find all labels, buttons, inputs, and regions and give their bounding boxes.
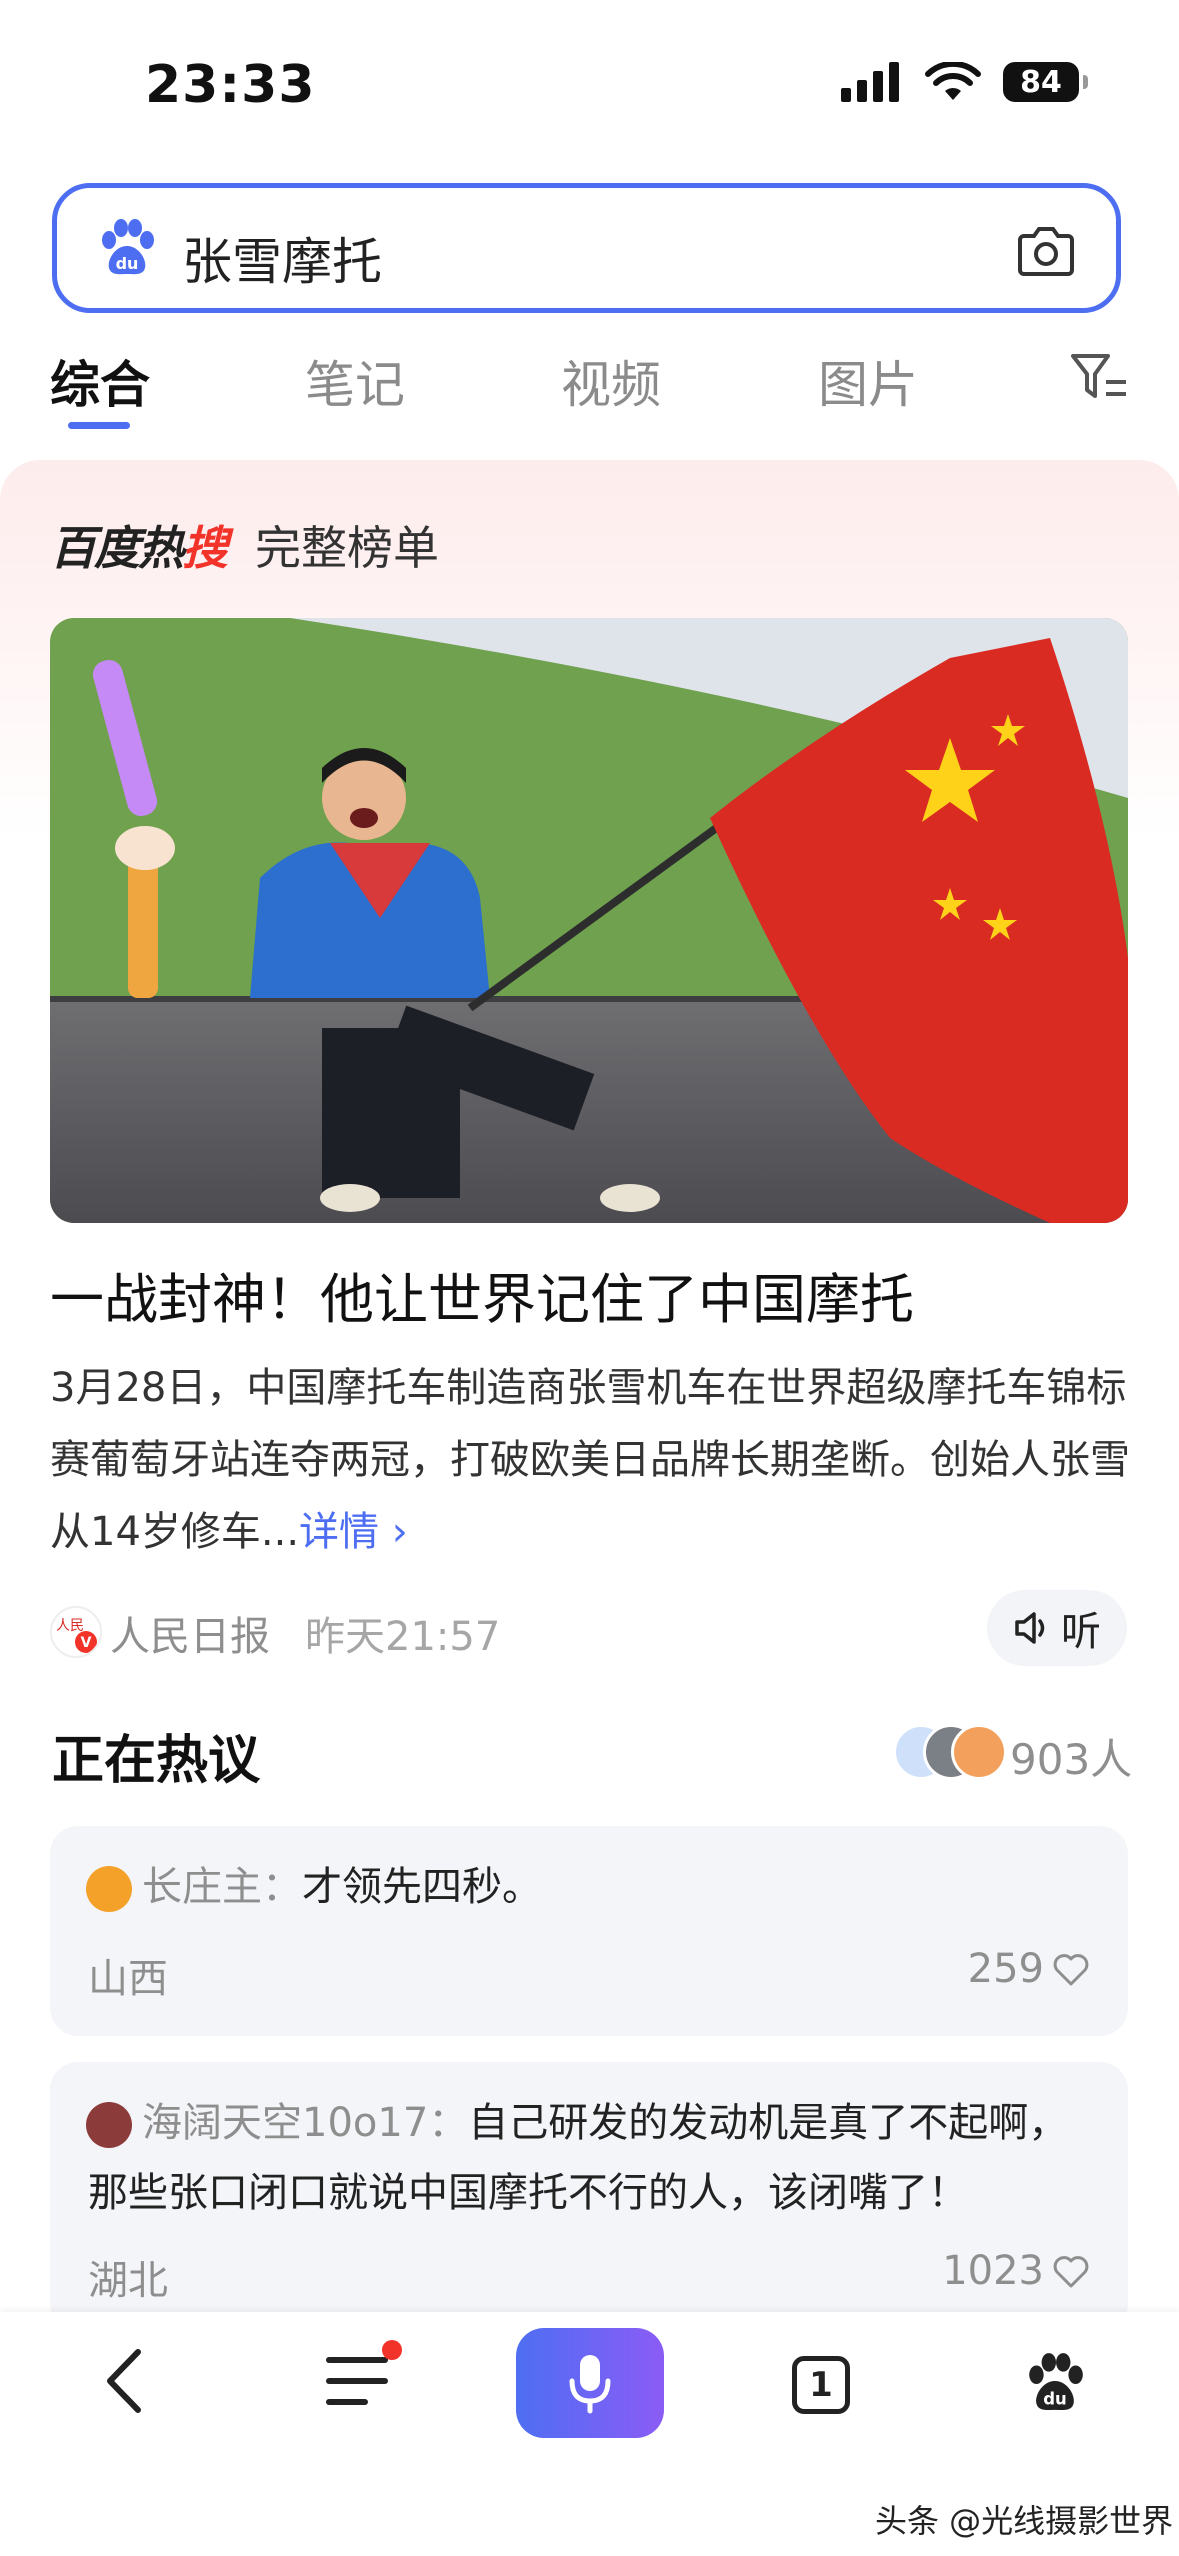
status-time: 23:33	[145, 55, 316, 115]
speaker-icon	[1015, 1612, 1045, 1644]
svg-text:du: du	[1043, 2390, 1067, 2409]
watermark: 头条 @光线摄影世界	[875, 2502, 1174, 2540]
comment-body: 海阔天空10o17：自己研发的发动机是真了不起啊，那些张口闭口就说中国摩托不行的…	[88, 2088, 1098, 2228]
source-name[interactable]: 人民日报	[110, 1604, 270, 1662]
participant-count: 903人	[1010, 1735, 1133, 1784]
baidu-paw-icon: du	[102, 219, 154, 275]
search-query[interactable]: 张雪摩托	[182, 222, 382, 294]
comment-location: 山西	[88, 1956, 168, 2002]
participant-avatars	[893, 1724, 1007, 1780]
wifi-icon	[925, 62, 981, 100]
svg-text:人民: 人民	[56, 1618, 84, 1634]
like-button[interactable]: 1023	[942, 2248, 1090, 2294]
heart-icon	[1053, 1954, 1089, 1986]
svg-text:V: V	[81, 1635, 92, 1651]
comment-card[interactable]: 长庄主：才领先四秒。 山西 259	[50, 1826, 1128, 2036]
svg-text:du: du	[116, 254, 139, 273]
notification-dot	[382, 2340, 402, 2360]
filter-icon[interactable]	[1070, 352, 1130, 402]
tabs-count-button[interactable]: 1	[792, 2356, 850, 2414]
like-count: 1023	[942, 2248, 1044, 2294]
tab-videos[interactable]: 视频	[561, 345, 661, 417]
voice-search-button[interactable]	[516, 2328, 664, 2438]
like-button[interactable]: 259	[968, 1946, 1090, 1992]
baidu-hot-logo: 百度热搜	[50, 521, 228, 575]
tabs-count: 1	[809, 2365, 833, 2405]
article-image[interactable]	[50, 618, 1128, 1223]
article-summary: 3月28日，中国摩托车制造商张雪机车在世界超级摩托车锦标赛葡萄牙站连夺两冠，打破…	[50, 1365, 1130, 1555]
listen-label: 听	[1061, 1609, 1101, 1655]
comment-text: 才领先四秒。	[302, 1864, 542, 1910]
article-headline[interactable]: 一战封神！他让世界记住了中国摩托	[50, 1255, 914, 1334]
tab-notes[interactable]: 笔记	[305, 345, 405, 417]
tab-comprehensive[interactable]: 综合	[50, 345, 150, 417]
avatar	[951, 1724, 1007, 1780]
comment-user[interactable]: 海阔天空10o17：	[142, 2100, 468, 2146]
comment-card[interactable]: 海阔天空10o17：自己研发的发动机是真了不起啊，那些张口闭口就说中国摩托不行的…	[50, 2062, 1128, 2332]
baidu-home-icon[interactable]: du	[1022, 2350, 1088, 2416]
active-tab-indicator	[68, 422, 130, 429]
back-arrow-icon[interactable]	[100, 2346, 150, 2416]
cellular-signal-icon	[841, 62, 899, 102]
full-list-link[interactable]: 完整榜单	[255, 512, 439, 578]
comment-body: 长庄主：才领先四秒。	[142, 1852, 542, 1922]
status-icons: 84	[841, 62, 1088, 102]
battery-indicator: 84	[1003, 62, 1088, 102]
heart-icon	[1053, 2256, 1089, 2288]
user-avatar	[86, 1866, 132, 1912]
camera-icon[interactable]	[1014, 218, 1078, 282]
comment-location: 湖北	[88, 2258, 168, 2304]
publish-time: 昨天21:57	[305, 1614, 501, 1660]
listen-button[interactable]: 听	[987, 1590, 1127, 1666]
details-link[interactable]: 详情 ›	[299, 1509, 408, 1555]
tab-images[interactable]: 图片	[818, 345, 918, 417]
menu-icon[interactable]	[325, 2352, 389, 2410]
comment-user[interactable]: 长庄主：	[142, 1864, 302, 1910]
microphone-icon	[569, 2355, 611, 2414]
source-logo: 人民 V	[50, 1606, 102, 1658]
like-count: 259	[967, 1946, 1044, 1992]
search-box[interactable]: du 张雪摩托	[52, 183, 1121, 313]
discussion-title: 正在热议	[52, 1731, 261, 1791]
